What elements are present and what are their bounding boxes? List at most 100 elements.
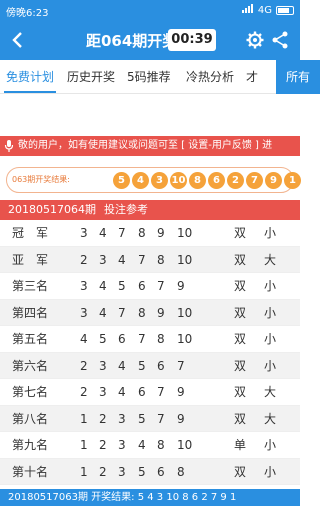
result-ball: 5 [113,172,130,189]
number-cell: 7 [118,305,126,320]
parity-cell: 双 [234,252,247,267]
result-ball: 6 [208,172,225,189]
number-cell: 8 [138,226,146,240]
number-cell: 9 [177,385,185,399]
position-name: 亚 军 [12,252,49,267]
period-number: 20180517064期 [8,203,96,216]
number-cell: 6 [138,385,146,399]
number-cell: 7 [138,332,146,346]
size-cell: 小 [264,332,277,346]
table-row: 第五名 4 5 6 7 8 10 双 小 [0,326,300,353]
number-cell: 9 [177,279,185,293]
number-cell: 3 [118,464,126,479]
previous-result-bar[interactable]: 20180517063期 开奖结果: 5 4 3 10 8 6 2 7 9 1 [0,489,300,506]
tab-free-plan[interactable]: 免费计划 [6,60,54,93]
number-cell: 10 [177,305,193,320]
number-cell: 3 [99,252,107,267]
number-cell: 10 [177,332,193,346]
active-tab-indicator [4,91,56,93]
table-row: 第七名 2 3 4 6 7 9 双 大 [0,379,300,406]
number-cell: 2 [80,252,88,267]
result-ball: 7 [246,172,263,189]
number-cell: 5 [118,279,126,293]
result-ball: 4 [132,172,149,189]
parity-cell: 双 [234,305,247,320]
number-cell: 7 [138,252,146,267]
result-ball: 3 [151,172,168,189]
number-cell: 8 [138,305,146,320]
number-cell: 4 [99,305,107,320]
position-name: 第三名 [12,279,49,293]
microphone-icon [4,139,14,153]
parity-cell: 双 [234,279,247,293]
number-cell: 4 [138,438,146,452]
result-ball: 8 [189,172,206,189]
notice-text: 敬的用户，如有使用建议或问题可至 [ 设置-用户反馈 ] 进 [18,140,273,151]
share-icon[interactable] [270,30,290,50]
table-row: 第八名 1 2 3 5 7 9 双 大 [0,405,300,432]
size-cell: 小 [264,438,277,452]
size-cell: 小 [264,305,277,320]
parity-cell: 双 [234,226,247,240]
parity-cell: 双 [234,411,247,426]
number-cell: 3 [80,279,88,293]
position-name: 第四名 [12,305,49,320]
countdown-timer: 00:39 [168,29,216,51]
parity-cell: 双 [234,358,247,373]
number-cell: 6 [118,332,126,346]
position-name: 第五名 [12,332,49,346]
number-cell: 1 [80,438,88,452]
result-ball: 1 [284,172,301,189]
number-cell: 6 [157,358,165,373]
back-icon[interactable] [8,30,28,50]
position-name: 第十名 [12,464,49,479]
number-cell: 3 [99,358,107,373]
tab-five-code[interactable]: 5码推荐 [127,60,171,93]
number-cell: 8 [157,332,165,346]
betting-reference-label: 投注参考 [104,203,148,216]
tab-history[interactable]: 历史开奖 [67,60,115,93]
result-ball: 9 [265,172,282,189]
position-name: 第六名 [12,358,49,373]
number-cell: 6 [157,464,165,479]
table-row: 冠 军 3 4 7 8 9 10 双 小 [0,220,300,247]
table-row: 第三名 3 4 5 6 7 9 双 小 [0,273,300,300]
number-cell: 3 [80,226,88,240]
parity-cell: 双 [234,464,247,479]
status-bar: 傍晚6:23 4G [0,0,300,20]
gear-icon[interactable] [245,30,265,50]
number-cell: 7 [157,385,165,399]
size-cell: 大 [264,385,277,399]
signal-icon [241,4,254,16]
number-cell: 3 [118,411,126,426]
number-cell: 10 [177,438,193,452]
position-name: 第七名 [12,385,49,399]
number-cell: 7 [157,411,165,426]
app-bar: 距064期开奖 00:39 [0,20,300,60]
number-cell: 9 [157,305,165,320]
number-cell: 8 [177,464,185,479]
size-cell: 小 [264,226,277,240]
last-result-box: 063期开奖结果: 5 4 3 10 8 6 2 7 9 1 [6,167,301,193]
page-title: 距064期开奖 [86,32,178,50]
number-cell: 4 [118,385,126,399]
number-cell: 6 [138,279,146,293]
number-cell: 5 [138,411,146,426]
tab-more[interactable]: 才 [246,60,258,93]
table-row: 亚 军 2 3 4 7 8 10 双 大 [0,246,300,273]
result-ball: 2 [227,172,244,189]
tab-hot-cold[interactable]: 冷热分析 [186,60,234,93]
size-cell: 小 [264,464,277,479]
size-cell: 小 [264,279,277,293]
table-row: 第四名 3 4 7 8 9 10 双 小 [0,299,300,326]
notice-banner[interactable]: 敬的用户，如有使用建议或问题可至 [ 设置-用户反馈 ] 进 [0,136,300,156]
number-cell: 8 [157,438,165,452]
number-cell: 4 [99,226,107,240]
number-cell: 4 [99,279,107,293]
parity-cell: 双 [234,385,247,399]
number-cell: 3 [118,438,126,452]
number-cell: 1 [80,464,88,479]
number-cell: 10 [177,226,193,240]
tab-all-button[interactable]: 所有 [276,60,320,94]
number-cell: 7 [177,358,185,373]
